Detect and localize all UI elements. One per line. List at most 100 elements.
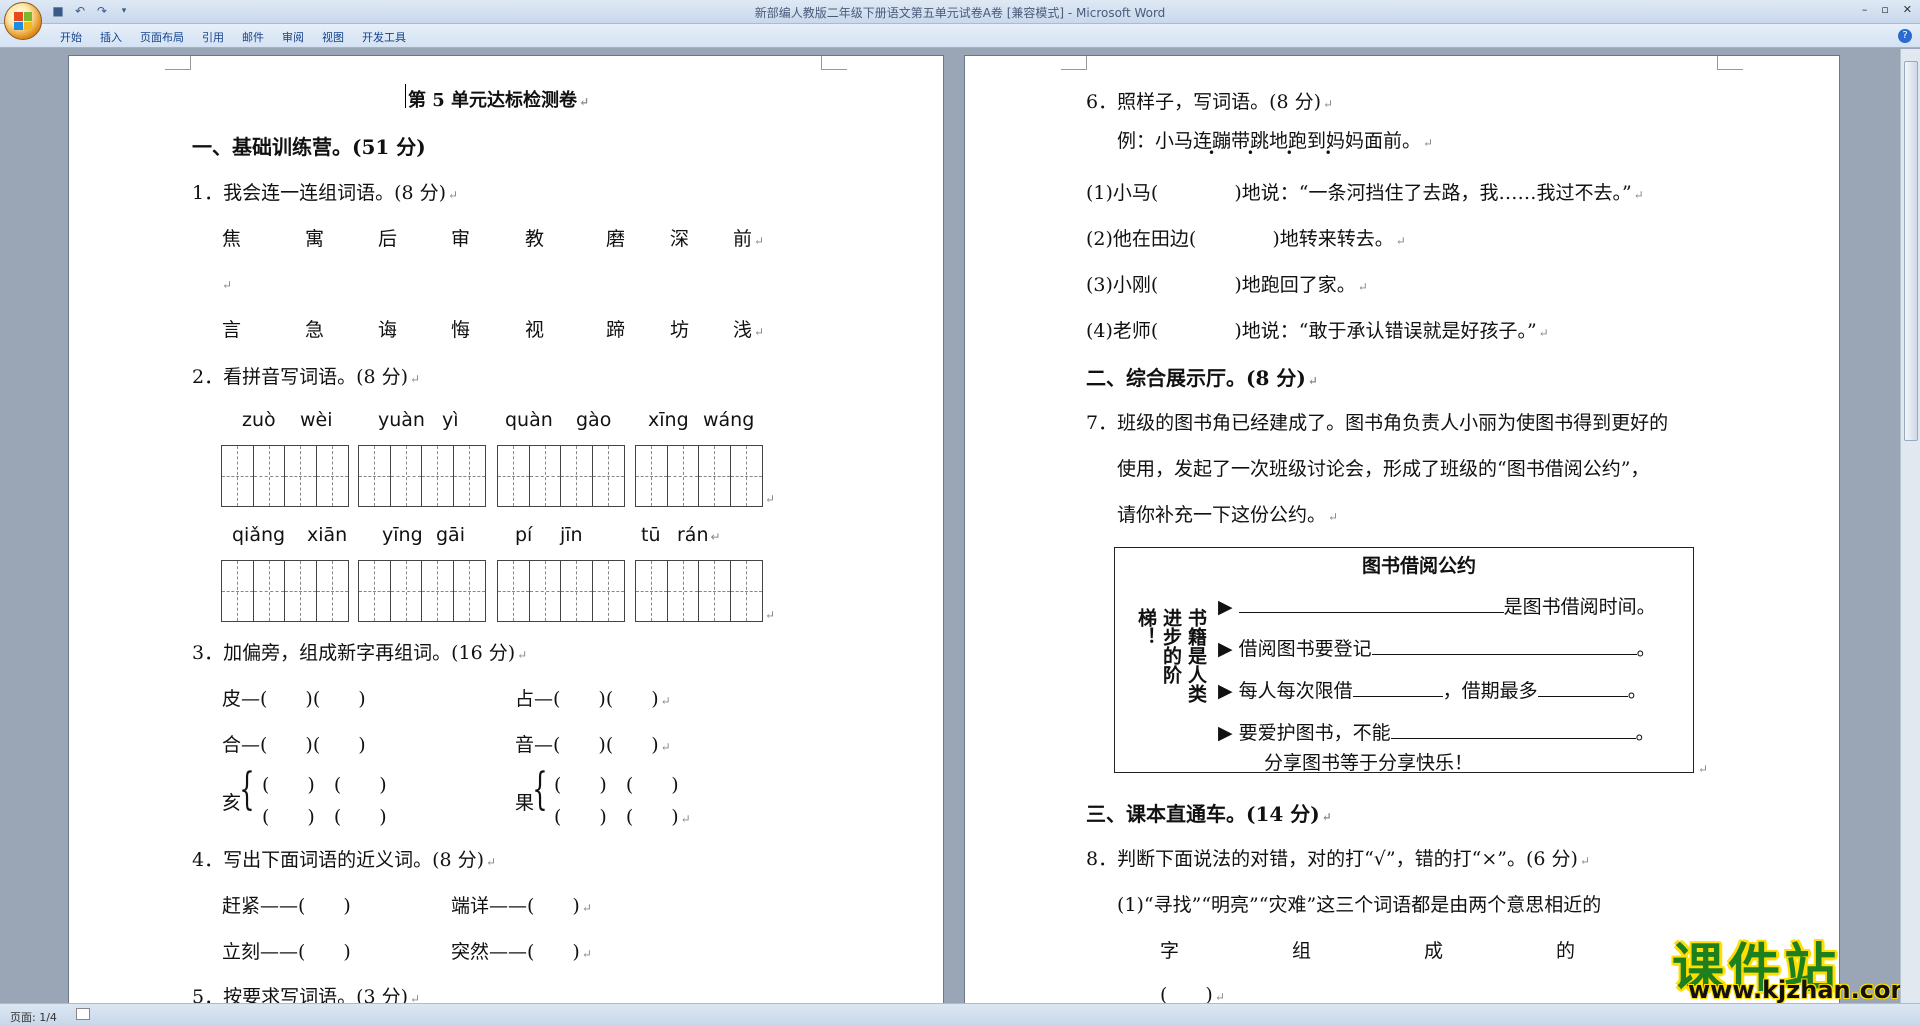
question-4: 4．写出下面词语的近义词。(8 分) ↵ [192, 849, 497, 871]
ribbon: 开始 插入 页面布局 引用 邮件 审阅 视图 开发工具 ? [0, 24, 1920, 48]
writing-grid[interactable] [221, 445, 349, 507]
pinyin: yuàn [378, 409, 425, 431]
q3-char-hai: 亥 [222, 792, 242, 814]
q3-item: 音—( )( ) ↵ [515, 734, 671, 756]
word-char: 前 ↵ [733, 228, 765, 250]
writing-grid[interactable] [358, 560, 486, 622]
word-char: 焦 [222, 228, 242, 250]
brace-icon: { [532, 764, 548, 815]
help-icon[interactable]: ? [1898, 29, 1912, 43]
tab-home[interactable]: 开始 [58, 29, 98, 45]
word-char: 寓 [305, 228, 325, 250]
question-2: 2．看拼音写词语。(8 分) ↵ [192, 366, 421, 388]
status-bar: 页面: 1/4 [0, 1003, 1920, 1025]
tab-review[interactable]: 审阅 [280, 29, 320, 45]
pinyin: yì [442, 409, 459, 431]
question-3: 3．加偏旁，组成新字再组词。(16 分) ↵ [192, 642, 528, 664]
word-char: 坊 [670, 319, 690, 341]
q3-char-guo: 果 [515, 792, 535, 814]
pinyin: rán ↵ [677, 524, 721, 546]
q3-item: 合—( )( ) [222, 734, 366, 756]
maximize-button[interactable]: ▫ [1881, 3, 1888, 16]
q3-blank: ( ) ( ) [554, 774, 679, 796]
brace-icon: { [239, 764, 255, 815]
tab-developer[interactable]: 开发工具 [360, 29, 422, 45]
title-bar: ■ ↶ ↷ ▾ 新部编人教版二年级下册语文第五单元试卷A卷 [兼容模式] - M… [0, 0, 1920, 40]
q3-blank: ( ) ( ) ↵ [554, 806, 691, 828]
question-7-line-3: 请你补充一下这份公约。 ↵ [1117, 504, 1339, 526]
word-char: 磨 [606, 228, 626, 250]
rule-item-4: ▶ 要爱护图书，不能。 [1218, 722, 1655, 744]
pinyin: xiān [307, 524, 348, 546]
section-3-heading: 三、课本直通车。(14 分) ↵ [1086, 802, 1332, 826]
q3-item: 占—( )( ) ↵ [515, 688, 671, 710]
pinyin: gāi [436, 524, 465, 546]
tab-view[interactable]: 视图 [320, 29, 360, 45]
section-2-heading: 二、综合展示厅。(8 分) ↵ [1086, 366, 1318, 390]
word-char: 蹄 [606, 319, 626, 341]
office-button[interactable] [4, 2, 42, 40]
ribbon-tabs: 开始 插入 页面布局 引用 邮件 审阅 视图 开发工具 [58, 29, 422, 45]
question-8: 8．判断下面说法的对错，对的打“√”，错的打“×”。(6 分) ↵ [1086, 848, 1590, 870]
paragraph-mark: ↵ [765, 492, 776, 506]
q6-item: (1)小马( )地说：“一条河挡住了去路，我……我过不去。” ↵ [1086, 182, 1644, 204]
writing-grid[interactable] [497, 560, 625, 622]
q4-item: 突然——( ) ↵ [451, 941, 592, 963]
word-char: 言 [222, 319, 242, 341]
pinyin: pí [515, 524, 533, 546]
q8-spread-char: 的 [1556, 940, 1576, 962]
minimize-button[interactable]: – [1862, 3, 1868, 16]
writing-grid[interactable] [635, 445, 763, 507]
q8-item-1: (1)“寻找”“明亮”“灾难”这三个词语都是由两个意思相近的 [1117, 894, 1602, 916]
doc-title: 第 5 单元达标检测卷 ↵ [408, 90, 590, 111]
rules-side-slogan: 书籍是人类进步的阶梯！ [1135, 608, 1207, 703]
q6-item: (4)老师( )地说：“敢于承认错误就是好孩子。” ↵ [1086, 320, 1549, 342]
word-char: 悔 [451, 319, 471, 341]
question-1: 1．我会连一连组词语。(8 分) ↵ [192, 182, 459, 204]
word-char: 诲 [378, 319, 398, 341]
tab-references[interactable]: 引用 [200, 29, 240, 45]
q3-item: 皮—( )( ) [222, 688, 366, 710]
section-1-heading: 一、基础训练营。(51 分) [192, 135, 426, 159]
pinyin: xīng [648, 409, 689, 431]
word-char: 教 [525, 228, 545, 250]
office-logo-icon [14, 12, 32, 30]
rules-footer: 分享图书等于分享快乐！ [1264, 752, 1474, 774]
paragraph-mark: ↵ [1698, 762, 1709, 776]
rule-item-1: ▶ 是图书借阅时间。 [1218, 596, 1656, 618]
word-char: 浅 ↵ [733, 319, 765, 341]
word-char: 深 [670, 228, 690, 250]
window-controls: – ▫ ✕ [1862, 3, 1912, 16]
writing-grid[interactable] [221, 560, 349, 622]
close-button[interactable]: ✕ [1903, 3, 1912, 16]
pinyin: wèi [300, 409, 333, 431]
vertical-scrollbar[interactable] [1900, 49, 1920, 1003]
writing-grid[interactable] [497, 445, 625, 507]
q8-spread-char: 组 [1292, 940, 1312, 962]
rule-item-2: ▶ 借阅图书要登记。 [1218, 638, 1656, 660]
paragraph-mark: ↵ [765, 608, 776, 622]
pinyin: qiǎng [232, 524, 286, 546]
pinyin: quàn [505, 409, 553, 431]
tab-insert[interactable]: 插入 [98, 29, 138, 45]
word-char: 审 [451, 228, 471, 250]
proofing-icon[interactable] [76, 1008, 90, 1020]
q4-item: 立刻——( ) [222, 941, 351, 963]
pinyin: wáng [703, 409, 755, 431]
scrollbar-thumb[interactable] [1904, 61, 1918, 441]
rules-title: 图书借阅公约 [1362, 555, 1477, 577]
page-indicator[interactable]: 页面: 1/4 [10, 1009, 57, 1025]
rule-item-3: ▶ 每人每次限借 ，借期最多。 [1218, 680, 1647, 702]
q8-spread-char: 字 [1160, 940, 1180, 962]
tab-page-layout[interactable]: 页面布局 [138, 29, 200, 45]
writing-grid[interactable] [635, 560, 763, 622]
paragraph-mark: ↵ [222, 278, 233, 292]
q6-item: (2)他在田边( )地转来转去。 ↵ [1086, 228, 1406, 250]
q8-spread-char: 成 [1424, 940, 1444, 962]
word-char: 后 [378, 228, 398, 250]
pinyin: gào [576, 409, 612, 431]
question-7-line-2: 使用，发起了一次班级讨论会，形成了班级的“图书借阅公约”， [1117, 458, 1650, 480]
tab-mailings[interactable]: 邮件 [240, 29, 280, 45]
q4-item: 端详——( ) ↵ [451, 895, 592, 917]
writing-grid[interactable] [358, 445, 486, 507]
